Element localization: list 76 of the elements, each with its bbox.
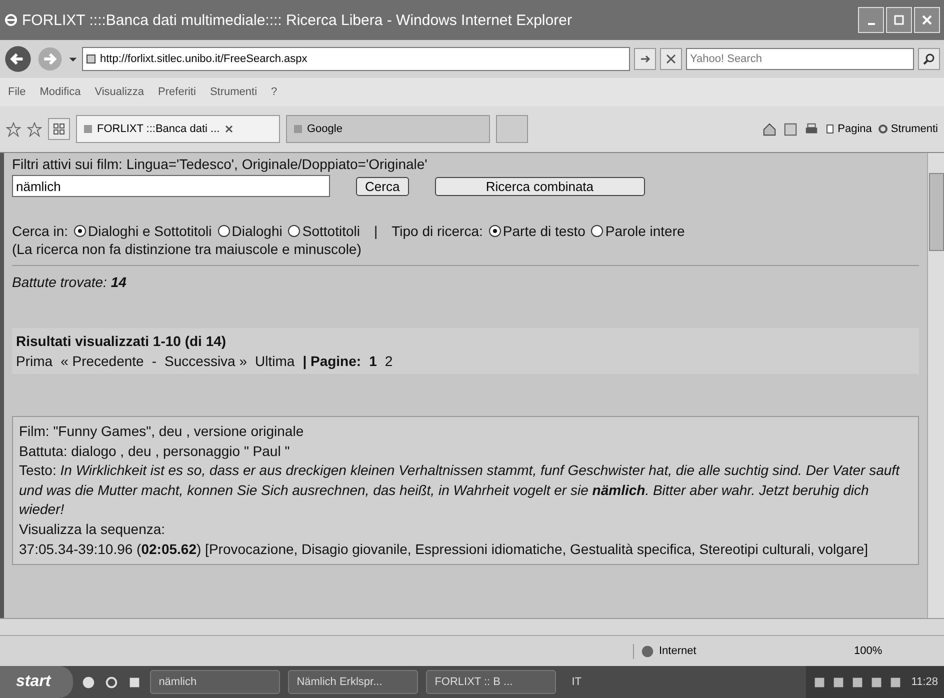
pagination-link[interactable]: Prima: [16, 353, 53, 369]
menu-item[interactable]: Strumenti: [210, 86, 258, 98]
pagination-link[interactable]: Ultima: [255, 353, 295, 369]
timing-text: 37:05.34-39:10.96 (02:05.62) [Provocazione, Disagio giovanile, Espressioni idiomatiche, Gestualità specifica, Stereotipi culturali, volgare]: [19, 540, 870, 559]
menu-item[interactable]: File: [8, 86, 26, 98]
grid-icon: [53, 123, 65, 135]
menu-item[interactable]: ?: [271, 86, 278, 98]
film-text: Film: "Funny Games", deu , versione originale: [19, 422, 305, 441]
maximize-icon: [894, 15, 904, 25]
page-link[interactable]: 2: [384, 353, 393, 369]
pagination-link[interactable]: -: [152, 353, 157, 369]
horizontal-scrollbar[interactable]: [0, 618, 944, 635]
start-button[interactable]: start: [0, 666, 73, 698]
star-icon[interactable]: [6, 122, 21, 136]
refresh-button[interactable]: [634, 48, 656, 70]
page-menu[interactable]: Pagina: [824, 123, 872, 135]
browser-tab[interactable]: Google: [286, 115, 490, 143]
case-note: (La ricerca non fa distinzione tra maiuscole e minuscole): [12, 241, 362, 257]
search-button[interactable]: [918, 48, 940, 70]
close-icon[interactable]: [224, 124, 234, 134]
close-icon: [665, 53, 677, 65]
found-count: 14: [110, 274, 126, 290]
browser-tab[interactable]: FORLIXT :::Banca dati ...: [76, 115, 280, 143]
results-title: Risultati visualizzati 1-10 (di 14): [16, 333, 228, 349]
taskbar-button[interactable]: FORLIXT :: B ...: [426, 670, 556, 694]
page-link[interactable]: 1: [369, 353, 377, 369]
menu-item[interactable]: Visualizza: [94, 86, 144, 98]
browser-icon: [4, 13, 18, 27]
minimize-icon: [868, 23, 874, 25]
arrow-icon: [639, 53, 651, 65]
zoom-control[interactable]: 100%: [854, 645, 934, 657]
close-button[interactable]: [914, 7, 940, 33]
printer-icon[interactable]: [804, 122, 819, 136]
radio-option[interactable]: Parte di testo: [488, 223, 586, 239]
quick-launch-icon[interactable]: [80, 674, 96, 690]
taskbar-button[interactable]: Nämlich Erklspr...: [288, 670, 418, 694]
add-favorite-icon[interactable]: [27, 122, 42, 136]
search-icon: [923, 53, 935, 65]
clock: 11:28: [911, 676, 938, 688]
address-field[interactable]: http://forlixt.sitlec.unibo.it/FreeSearch.aspx: [82, 47, 630, 71]
close-icon: [922, 15, 932, 25]
radio-option[interactable]: Parole intere: [591, 223, 685, 239]
back-icon[interactable]: [4, 45, 32, 73]
tools-menu[interactable]: Strumenti: [878, 123, 938, 135]
menu-item[interactable]: Preferiti: [158, 86, 196, 98]
zone-indicator: Internet: [633, 644, 840, 658]
line-info-text: Battuta: dialogo , deu , personaggio " Paul ": [19, 442, 291, 461]
radio-option[interactable]: Dialoghi: [218, 223, 282, 239]
pagination-link[interactable]: « Precedente: [60, 353, 144, 369]
active-filters-text: Filtri attivi sui film: Lingua='Tedesco', Originale/Doppiato='Originale': [12, 156, 428, 172]
found-label: Battute trovate:: [12, 274, 107, 290]
minimize-button[interactable]: [858, 7, 884, 33]
pages-label: | Pagine:: [302, 353, 362, 369]
separator-text: |: [374, 223, 378, 239]
language-indicator[interactable]: IT: [564, 676, 590, 688]
stop-button[interactable]: [660, 48, 682, 70]
radio-option[interactable]: Sottotitoli: [288, 223, 360, 239]
search-field[interactable]: Yahoo! Search: [686, 48, 914, 70]
search-input[interactable]: nämlich: [12, 175, 330, 197]
sequence-link[interactable]: Visualizza la sequenza:: [19, 520, 166, 537]
vertical-scrollbar[interactable]: [927, 153, 944, 618]
quote-text: Testo: In Wirklichkeit ist es so, dass er aus dreckigen kleinen Verhaltnissen stammt, funf Geschwister hat, die alle suchtig sind. Der Vater sauft und was die Mutter macht, konnen Sie Sich ausrechnen, das heißt, in Wahrheit vogelt er sie nämlich. Bitter aber wahr. Jetzt beruhig dich wieder!: [19, 461, 901, 520]
radio-option[interactable]: Dialoghi e Sottotitoli: [74, 223, 212, 239]
option-label: Cerca in:: [12, 223, 68, 239]
globe-icon: [640, 644, 655, 658]
taskbar-button[interactable]: nämlich: [150, 670, 280, 694]
quick-launch-icon[interactable]: [104, 674, 119, 690]
quick-tabs-button[interactable]: [48, 118, 70, 140]
home-icon[interactable]: [762, 122, 777, 136]
window-title: FORLIXT ::::Banca dati multimediale:::: Ricerca Libera - Windows Internet Explorer: [22, 12, 573, 28]
maximize-button[interactable]: [886, 7, 912, 33]
menu-item[interactable]: Modifica: [40, 86, 81, 98]
pagination-link[interactable]: Successiva »: [164, 353, 248, 369]
option-label: Tipo di ricerca:: [392, 223, 483, 239]
search-button[interactable]: Cerca: [356, 176, 409, 196]
combined-search-button[interactable]: Ricerca combinata: [434, 176, 645, 196]
